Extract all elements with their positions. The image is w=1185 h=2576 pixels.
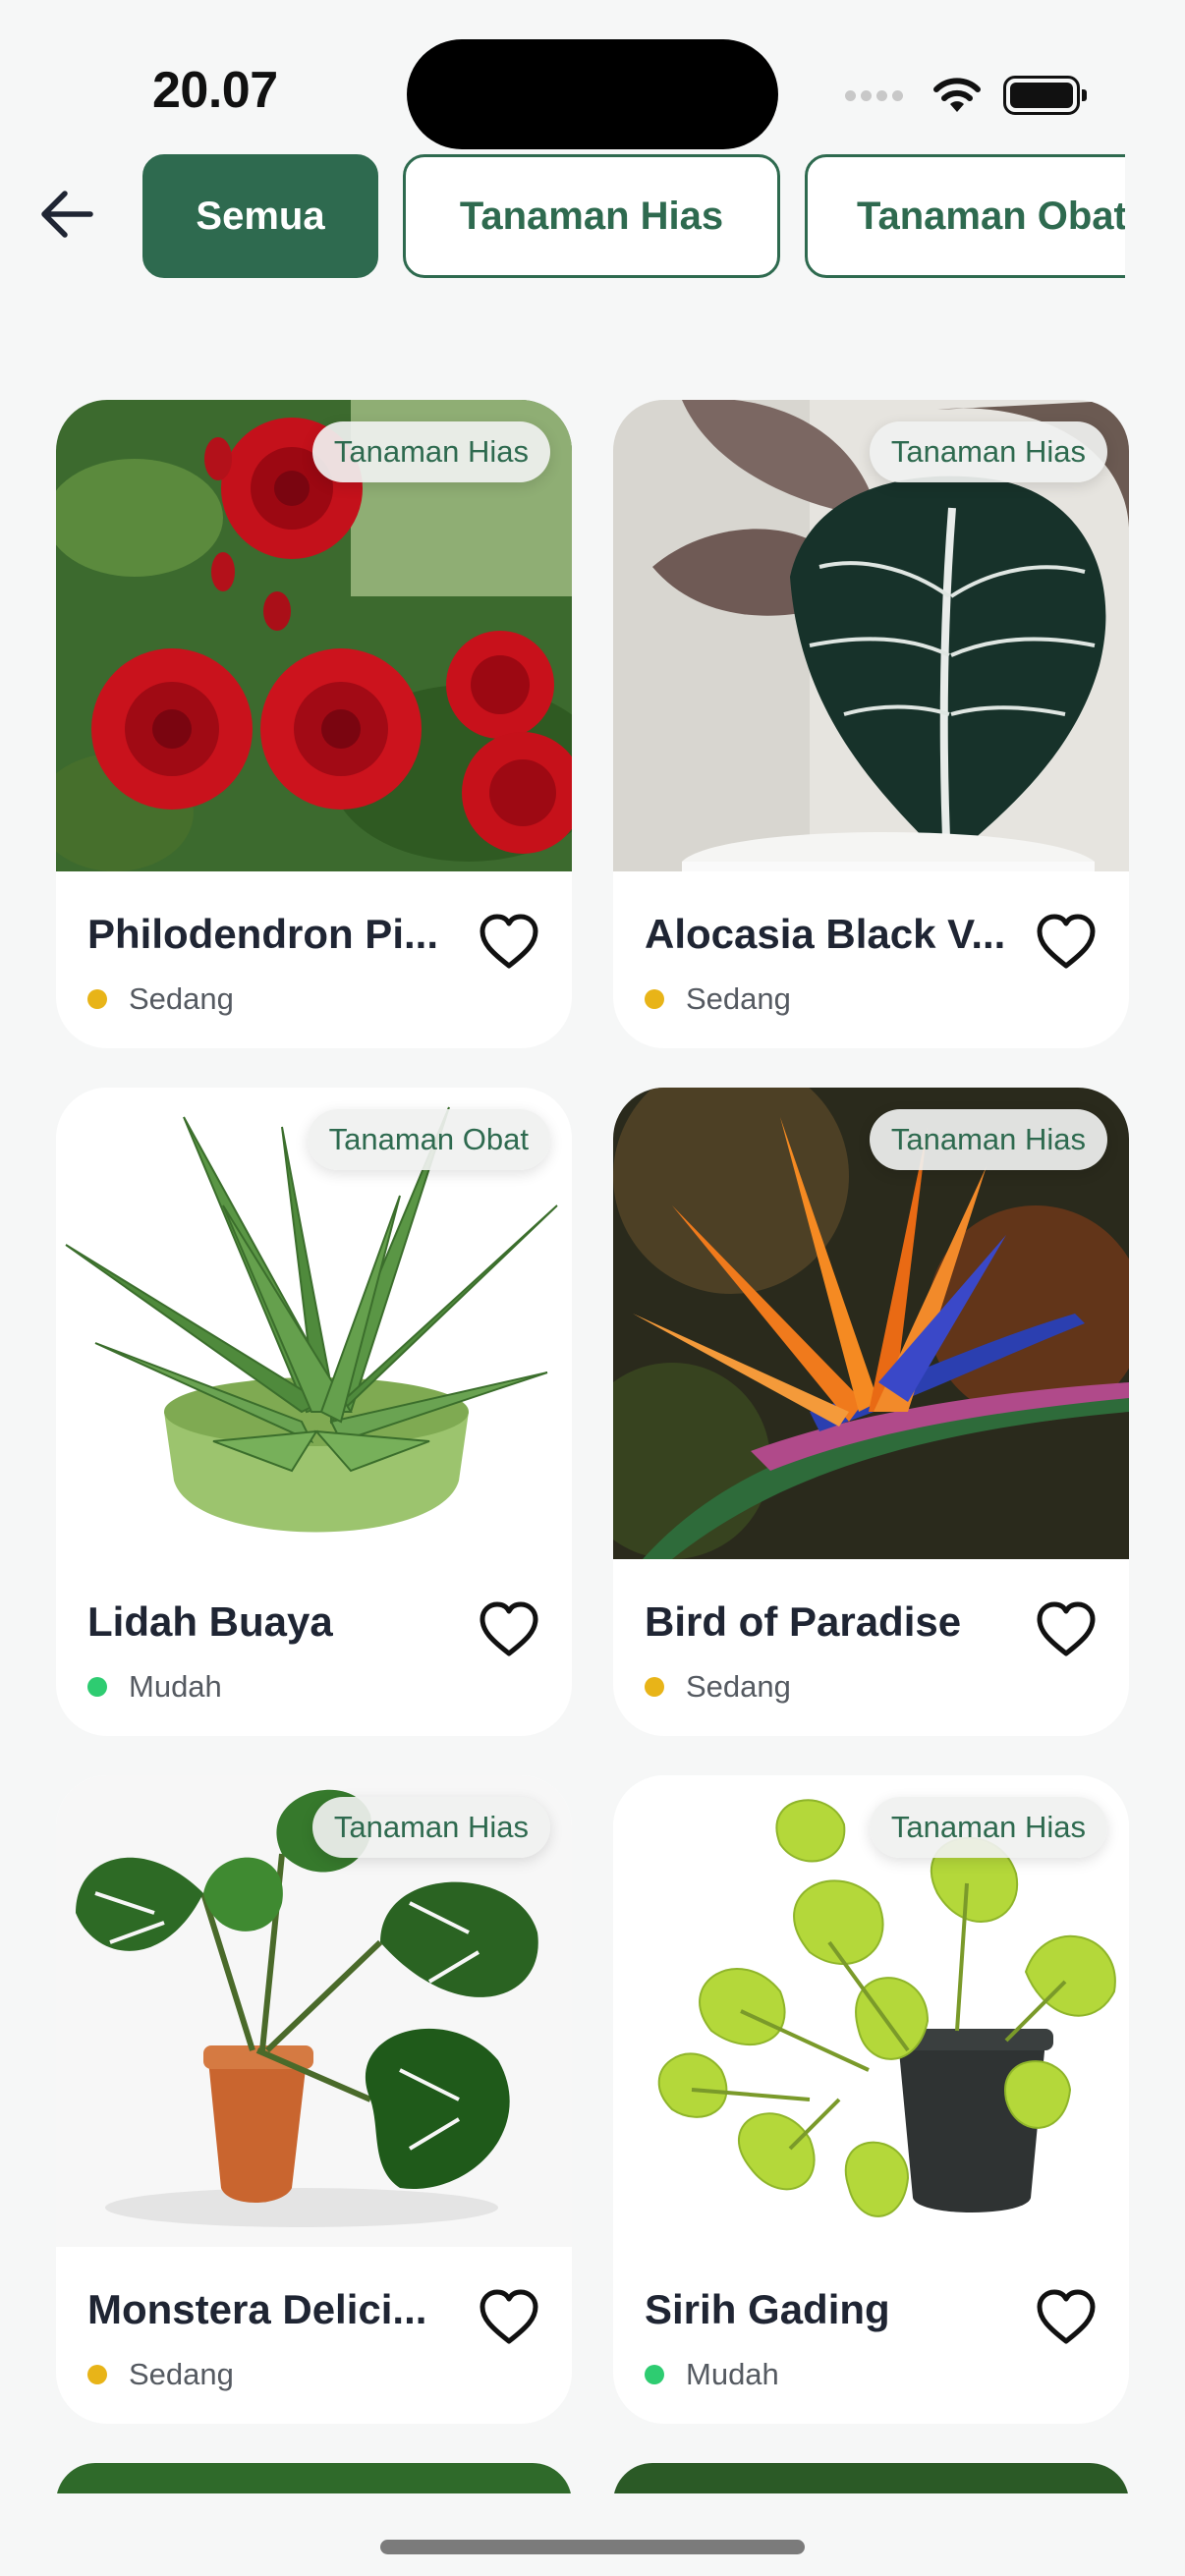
status-time: 20.07 <box>152 62 278 119</box>
category-tag: Tanaman Hias <box>869 1797 1107 1858</box>
filter-chip-tanaman-obat[interactable]: Tanaman Obat <box>805 154 1125 278</box>
plant-name: Sirih Gading <box>645 2286 890 2332</box>
difficulty-indicator: Mudah <box>87 1669 222 1705</box>
heart-icon[interactable] <box>478 1600 540 1659</box>
cellular-signal-icon <box>845 89 903 101</box>
difficulty-indicator: Sedang <box>645 1669 791 1705</box>
category-tag: Tanaman Hias <box>869 1109 1107 1170</box>
filter-chip-tanaman-hias[interactable]: Tanaman Hias <box>403 154 780 278</box>
difficulty-label: Sedang <box>686 981 791 1016</box>
difficulty-indicator: Mudah <box>645 2357 779 2392</box>
category-tag: Tanaman Obat <box>307 1109 550 1170</box>
plant-card[interactable]: Tanaman Hias Monstera Delici... Sedang <box>56 1775 572 2424</box>
plant-card[interactable]: Tanaman Hias Philodendron Pi... Sedang <box>56 400 572 1048</box>
difficulty-dot <box>645 1677 664 1697</box>
plant-catalog-screen: 20.07 Semua Tanaman Hias Tanaman Obat Ta… <box>0 0 1185 2576</box>
difficulty-dot <box>645 2365 664 2384</box>
difficulty-dot <box>87 989 107 1009</box>
arrow-left-icon <box>41 191 93 238</box>
plant-card[interactable]: Tanaman Hias Sirih Gading Mudah <box>613 1775 1129 2424</box>
heart-icon[interactable] <box>478 913 540 972</box>
plant-name: Bird of Paradise <box>645 1598 962 1645</box>
heart-icon[interactable] <box>478 2288 540 2347</box>
difficulty-label: Mudah <box>129 1669 222 1704</box>
category-filter-bar[interactable]: Semua Tanaman Hias Tanaman Obat <box>142 154 1125 280</box>
dynamic-island <box>407 39 778 149</box>
plant-name: Philodendron Pi... <box>87 911 438 957</box>
plant-name: Monstera Delici... <box>87 2286 427 2332</box>
difficulty-dot <box>87 1677 107 1697</box>
difficulty-label: Sedang <box>686 1669 791 1704</box>
difficulty-label: Sedang <box>129 2357 234 2391</box>
status-icons <box>845 71 1087 120</box>
plant-card[interactable]: Tanaman Obat Lidah Buaya Mudah <box>56 1088 572 1736</box>
filter-chip-semua[interactable]: Semua <box>142 154 378 278</box>
difficulty-dot <box>645 989 664 1009</box>
back-button[interactable] <box>29 177 104 252</box>
wifi-icon <box>933 78 981 112</box>
heart-icon[interactable] <box>1035 2288 1098 2347</box>
category-tag: Tanaman Hias <box>311 1797 550 1858</box>
bottom-safe-area <box>0 2493 1185 2576</box>
difficulty-indicator: Sedang <box>645 981 791 1017</box>
home-indicator[interactable] <box>380 2540 805 2554</box>
difficulty-label: Sedang <box>129 981 234 1016</box>
heart-icon[interactable] <box>1035 913 1098 972</box>
plant-name: Lidah Buaya <box>87 1598 333 1645</box>
difficulty-indicator: Sedang <box>87 981 234 1017</box>
difficulty-dot <box>87 2365 107 2384</box>
plant-name: Alocasia Black V... <box>645 911 1006 957</box>
battery-icon <box>1003 76 1087 115</box>
category-tag: Tanaman Hias <box>311 421 550 482</box>
category-tag: Tanaman Hias <box>869 421 1107 482</box>
plant-card[interactable]: Tanaman Hias Alocasia Black V... Sedang <box>613 400 1129 1048</box>
difficulty-label: Mudah <box>686 2357 779 2391</box>
heart-icon[interactable] <box>1035 1600 1098 1659</box>
plant-card[interactable]: Tanaman Hias Bird of Paradise Sedang <box>613 1088 1129 1736</box>
difficulty-indicator: Sedang <box>87 2357 234 2392</box>
